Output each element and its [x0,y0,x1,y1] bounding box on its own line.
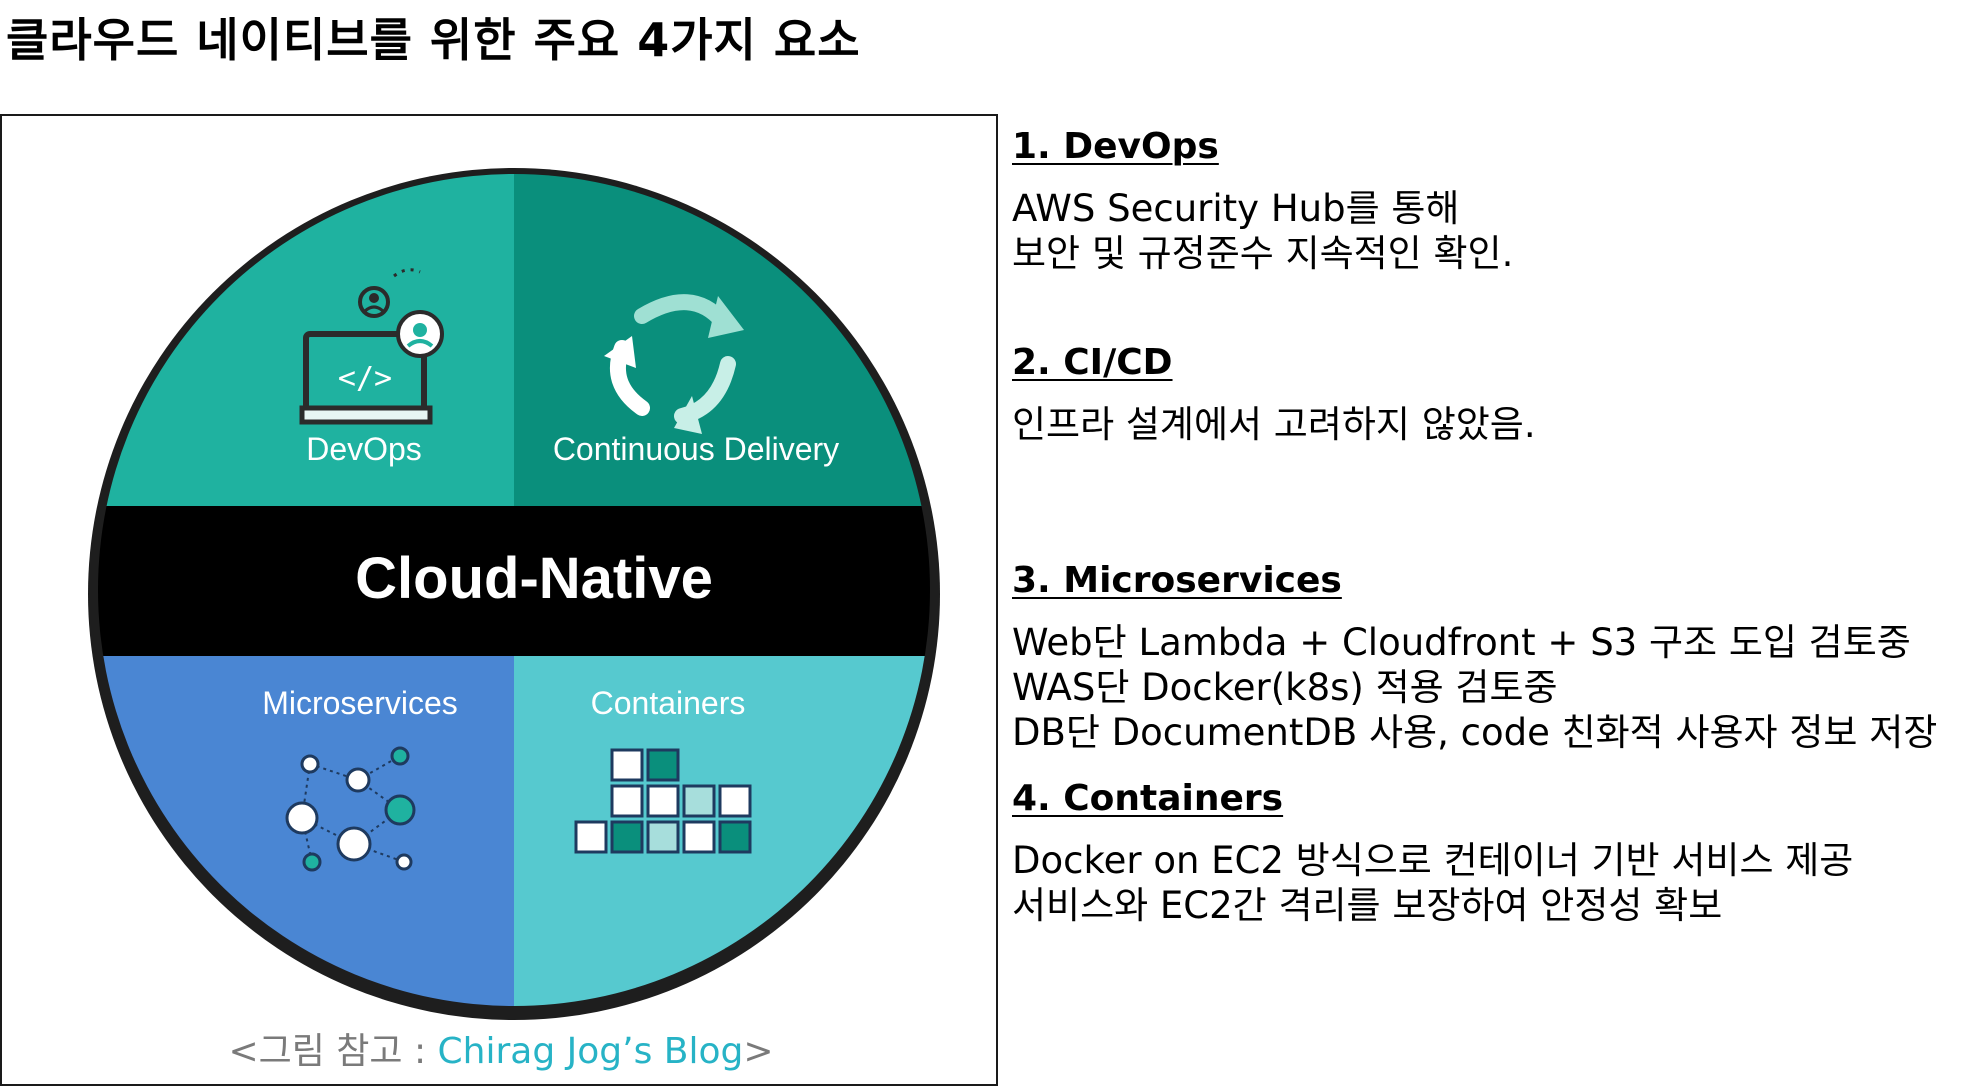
section-heading: 3. Microservices [1012,560,1342,601]
section-line: AWS Security Hub를 통해 [1012,187,1460,230]
page-title: 클라우드 네이티브를 위한 주요 4가지 요소 [6,13,861,67]
cloud-native-label: Cloud-Native [355,546,713,611]
section-line: 보안 및 규정준수 지속적인 확인. [1012,232,1514,275]
section-line: 인프라 설계에서 고려하지 않았음. [1012,403,1536,446]
section-heading: 1. DevOps [1012,126,1219,167]
caption-prefix: <그림 참고 : [228,1031,438,1072]
cloud-native-figure: </> DevOps Continuous Delivery Cloud-Nat… [0,114,998,1086]
caption-blog-link[interactable]: Chirag Jog’s Blog [438,1031,744,1072]
caption-suffix: > [743,1031,774,1072]
svg-text:</>: </> [338,361,392,396]
section-cicd: 2. CI/CD 인프라 설계에서 고려하지 않았음. [1012,342,1536,447]
figure-caption: <그림 참고 : Chirag Jog’s Blog> [2,1022,1000,1074]
section-line: Web단 Lambda + Cloudfront + S3 구조 도입 검토중 [1012,621,1911,664]
quadrant-label-microservices: Microservices [262,685,458,721]
quadrant-label-devops: DevOps [306,431,422,467]
section-line: WAS단 Docker(k8s) 적용 검토중 [1012,666,1558,709]
section-line: Docker on EC2 방식으로 컨테이너 기반 서비스 제공 [1012,839,1854,882]
quadrant-label-containers: Containers [591,685,746,721]
cloud-native-diagram: </> DevOps Continuous Delivery Cloud-Nat… [88,168,940,1020]
section-line: DB단 DocumentDB 사용, code 친화적 사용자 정보 저장 [1012,711,1938,754]
section-containers: 4. Containers Docker on EC2 방식으로 컨테이너 기반… [1012,778,1853,928]
section-devops: 1. DevOps AWS Security Hub를 통해 보안 및 규정준수… [1012,126,1513,276]
section-microservices: 3. Microservices Web단 Lambda + Cloudfron… [1012,560,1937,755]
section-heading: 2. CI/CD [1012,342,1173,383]
section-line: 서비스와 EC2간 격리를 보장하여 안정성 확보 [1012,884,1723,927]
section-heading: 4. Containers [1012,778,1284,819]
quadrant-label-continuous-delivery: Continuous Delivery [553,431,839,467]
quadrant-devops [98,174,514,506]
